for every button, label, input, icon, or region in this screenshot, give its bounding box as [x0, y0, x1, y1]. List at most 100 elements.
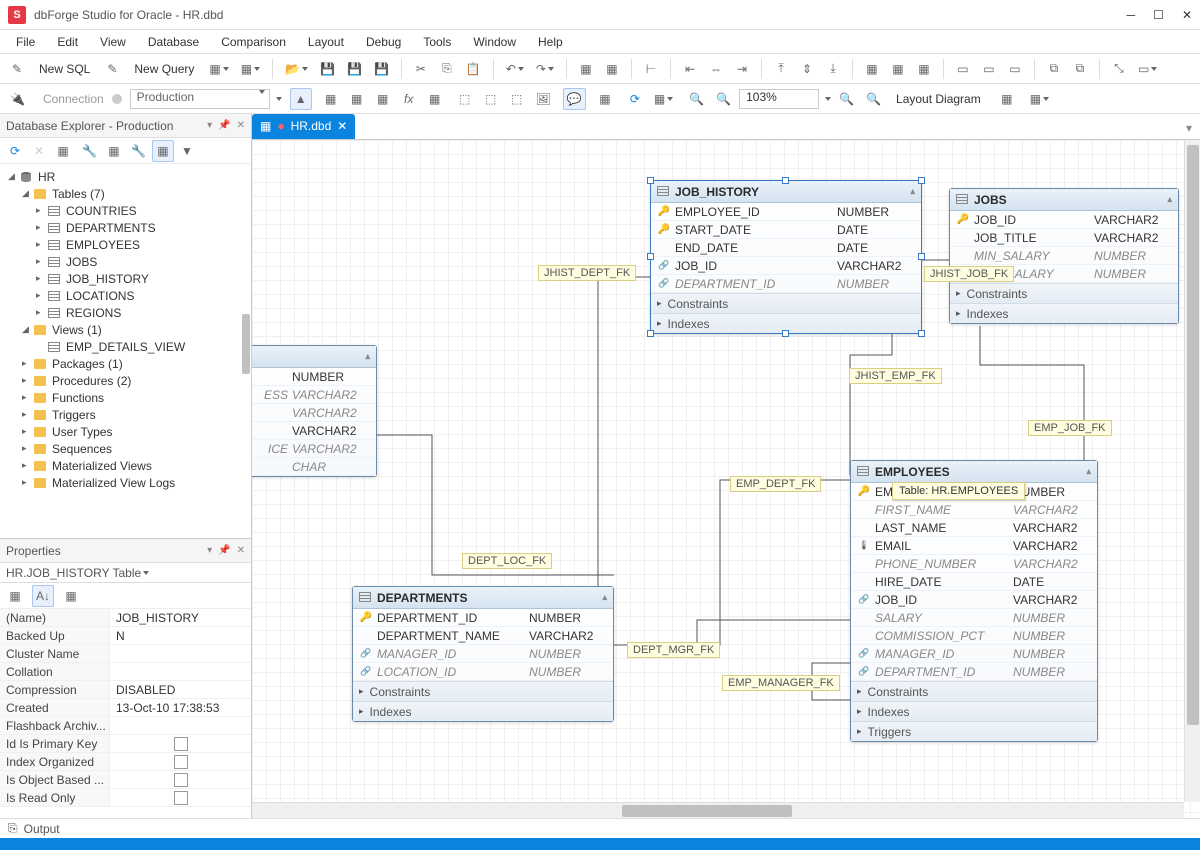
redo-icon[interactable]: ↷ [532, 58, 558, 80]
export-icon[interactable]: ▦ [1026, 88, 1053, 110]
save-as-icon[interactable]: 💾 [370, 58, 393, 80]
align-right-icon[interactable]: ⇥ [731, 58, 753, 80]
align-top-icon[interactable]: ⤒ [770, 58, 792, 80]
zoom-in-icon[interactable]: 🔍 [835, 88, 858, 110]
new-sql-icon[interactable]: ✎ [6, 58, 28, 80]
prop-row[interactable]: Is Read Only [0, 789, 251, 807]
column-row[interactable]: FIRST_NAMEVARCHAR2 [851, 501, 1097, 519]
copy-icon[interactable]: ⎘ [436, 58, 458, 80]
dropdown-icon[interactable]: ▦ [237, 58, 264, 80]
vertical-scrollbar[interactable] [1184, 140, 1200, 802]
refresh-icon[interactable]: ⟳ [624, 88, 646, 110]
fk-label[interactable]: EMP_MANAGER_FK [722, 675, 840, 691]
tree-folder-views[interactable]: ◢Views (1) [0, 321, 251, 338]
size-icon[interactable]: ▭ [1004, 58, 1026, 80]
column-row[interactable]: 🔗DEPARTMENT_IDNUMBER [851, 663, 1097, 681]
prop-row[interactable]: Cluster Name [0, 645, 251, 663]
tool-icon[interactable]: ▦ [575, 58, 597, 80]
save-all-icon[interactable]: 💾 [343, 58, 366, 80]
column-row[interactable]: DEPARTMENT_NAMEVARCHAR2 [353, 627, 613, 645]
zoom-out-icon[interactable]: 🔍 [862, 88, 885, 110]
close-button[interactable]: ✕ [1182, 8, 1192, 22]
tree-table-jobs[interactable]: ▸JOBS [0, 253, 251, 270]
table-icon[interactable]: ▦ [320, 88, 342, 110]
tree-folder-functions[interactable]: ▸Functions [0, 389, 251, 406]
tool-icon[interactable]: ⬚ [506, 88, 528, 110]
tab-menu-icon[interactable]: ▾ [1178, 117, 1200, 139]
sort-icon[interactable]: A↓ [32, 585, 54, 607]
column-row[interactable]: 🔗MANAGER_IDNUMBER [353, 645, 613, 663]
fk-label[interactable]: DEPT_MGR_FK [627, 642, 720, 658]
open-icon[interactable]: 📂 [281, 58, 312, 80]
tool-icon[interactable]: ▦ [424, 88, 446, 110]
column-row[interactable]: 🔗DEPARTMENT_IDNUMBER [651, 275, 921, 293]
categorize-icon[interactable]: ▦ [4, 585, 26, 607]
database-tree[interactable]: ◢HR◢Tables (7)▸COUNTRIES▸DEPARTMENTS▸EMP… [0, 164, 251, 538]
tree-folder-procedures[interactable]: ▸Procedures (2) [0, 372, 251, 389]
tree-folder-sequences[interactable]: ▸Sequences [0, 440, 251, 457]
tree-table-employees[interactable]: ▸EMPLOYEES [0, 236, 251, 253]
zoom-icon[interactable]: 🔍 [712, 88, 735, 110]
entity-partial[interactable]: ▴ NUMBERESSVARCHAR2VARCHAR2VARCHAR2ICEVA… [252, 345, 377, 477]
output-label[interactable]: Output [24, 822, 60, 836]
horizontal-scrollbar[interactable] [252, 802, 1184, 818]
diagram-canvas[interactable]: ▴ NUMBERESSVARCHAR2VARCHAR2VARCHAR2ICEVA… [252, 140, 1200, 818]
menu-view[interactable]: View [90, 33, 136, 51]
entity-section[interactable]: ▸Constraints [353, 681, 613, 701]
tree-db-hr[interactable]: ◢HR [0, 168, 251, 185]
tool-icon[interactable]: ⧉ [1069, 58, 1091, 80]
collapse-icon[interactable]: ▴ [1167, 194, 1172, 205]
tool-icon[interactable]: ▦ [601, 58, 623, 80]
tool-icon[interactable]: ⬚ [454, 88, 476, 110]
column-row[interactable]: 🔑JOB_IDVARCHAR2 [950, 211, 1178, 229]
entity-section[interactable]: ▸Constraints [651, 293, 921, 313]
tool-icon[interactable]: ⬚ [480, 88, 502, 110]
prop-row[interactable]: Is Object Based ... [0, 771, 251, 789]
column-row[interactable]: VARCHAR2 [252, 422, 376, 440]
column-row[interactable]: END_DATEDATE [651, 239, 921, 257]
undo-icon[interactable]: ↶ [502, 58, 528, 80]
tree-table-job_history[interactable]: ▸JOB_HISTORY [0, 270, 251, 287]
zoom-select[interactable]: 103% [739, 89, 819, 109]
tree-table-regions[interactable]: ▸REGIONS [0, 304, 251, 321]
align-icon[interactable]: ⊢ [640, 58, 662, 80]
column-row[interactable]: 🔗JOB_IDVARCHAR2 [851, 591, 1097, 609]
note-icon[interactable]: 💬 [563, 88, 586, 110]
menu-layout[interactable]: Layout [298, 33, 354, 51]
properties-grid[interactable]: (Name)JOB_HISTORYBacked UpNCluster Name C… [0, 609, 251, 818]
fk-label[interactable]: JHIST_JOB_FK [924, 266, 1014, 282]
column-row[interactable]: VARCHAR2 [252, 404, 376, 422]
column-row[interactable]: 🔗LOCATION_IDNUMBER [353, 663, 613, 681]
prop-row[interactable]: CompressionDISABLED [0, 681, 251, 699]
distribute-icon[interactable]: ▦ [913, 58, 935, 80]
save-icon[interactable]: 💾 [316, 58, 339, 80]
delete-icon[interactable]: ✕ [28, 140, 50, 162]
tree-folder-user[interactable]: ▸User Types [0, 423, 251, 440]
tree-table-countries[interactable]: ▸COUNTRIES [0, 202, 251, 219]
fk-label[interactable]: JHIST_EMP_FK [849, 368, 942, 384]
menu-edit[interactable]: Edit [47, 33, 88, 51]
prop-row[interactable]: (Name)JOB_HISTORY [0, 609, 251, 627]
menu-window[interactable]: Window [463, 33, 526, 51]
column-row[interactable]: 🔗JOB_IDVARCHAR2 [651, 257, 921, 275]
entity-section[interactable]: ▸Triggers [851, 721, 1097, 741]
tree-folder-tables[interactable]: ◢Tables (7) [0, 185, 251, 202]
tree-table-locations[interactable]: ▸LOCATIONS [0, 287, 251, 304]
fk-label[interactable]: DEPT_LOC_FK [462, 553, 552, 569]
prop-row[interactable]: Backed UpN [0, 627, 251, 645]
tree-view-emp_details_view[interactable]: EMP_DETAILS_VIEW [0, 338, 251, 355]
menu-tools[interactable]: Tools [413, 33, 461, 51]
entity-section[interactable]: ▸Indexes [851, 701, 1097, 721]
tool-icon[interactable]: ▦ [650, 88, 677, 110]
tree-folder-materialized[interactable]: ▸Materialized View Logs [0, 474, 251, 491]
collapse-icon[interactable]: ▴ [602, 592, 607, 603]
prop-row[interactable]: Id Is Primary Key [0, 735, 251, 753]
column-row[interactable]: HIRE_DATEDATE [851, 573, 1097, 591]
column-row[interactable]: MIN_SALARYNUMBER [950, 247, 1178, 265]
column-row[interactable]: PHONE_NUMBERVARCHAR2 [851, 555, 1097, 573]
fk-label[interactable]: EMP_JOB_FK [1028, 420, 1112, 436]
tree-table-departments[interactable]: ▸DEPARTMENTS [0, 219, 251, 236]
pin-icon[interactable]: 📌 [218, 120, 230, 131]
distribute-icon[interactable]: ▦ [861, 58, 883, 80]
maximize-button[interactable]: ☐ [1153, 8, 1164, 22]
